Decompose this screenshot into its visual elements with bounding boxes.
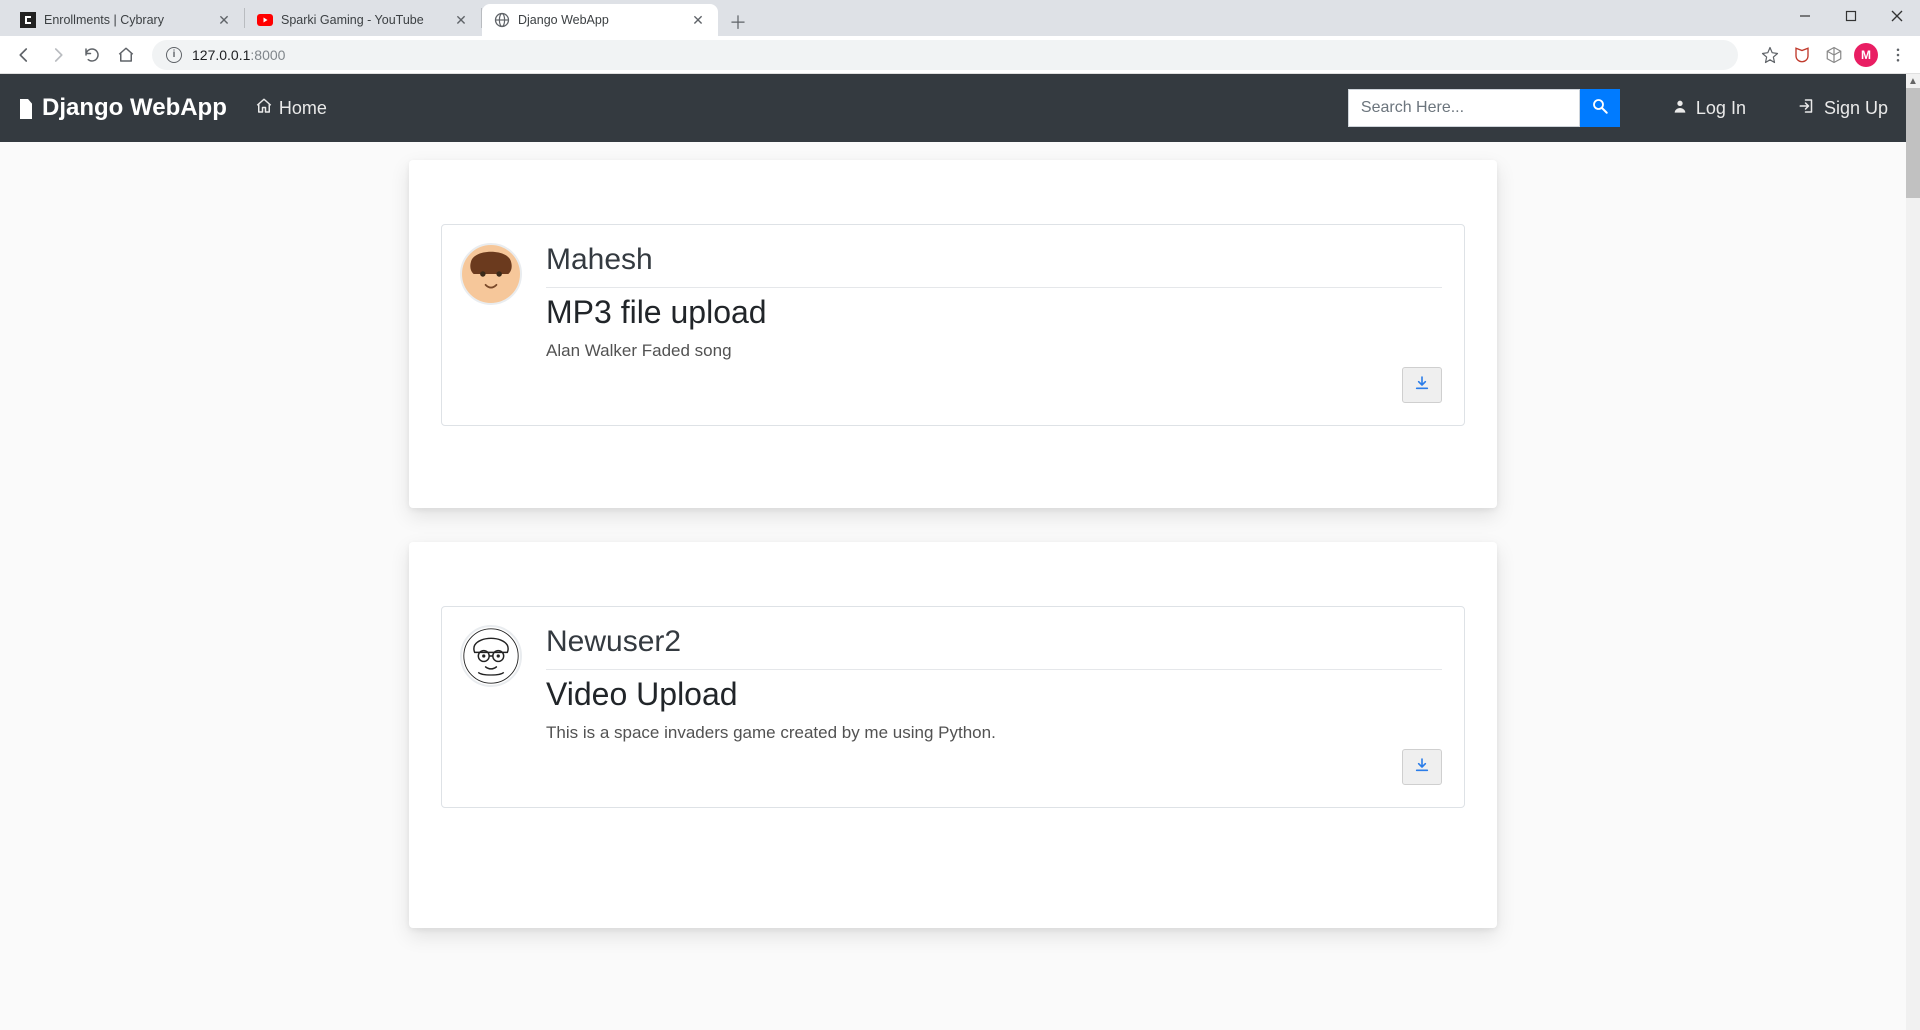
search-icon [1591, 97, 1609, 120]
search-input[interactable] [1348, 89, 1580, 127]
post: Newuser2 Video Upload This is a space in… [441, 606, 1465, 808]
tab-title: Sparki Gaming - YouTube [281, 13, 445, 27]
post: Mahesh MP3 file upload Alan Walker Faded… [441, 224, 1465, 426]
post-body: Newuser2 Video Upload This is a space in… [546, 625, 1442, 785]
search-button[interactable] [1580, 89, 1620, 127]
post-username: Newuser2 [546, 625, 1442, 659]
address-bar: i 127.0.0.1:8000 M [0, 36, 1920, 74]
divider [546, 287, 1442, 288]
url-text: 127.0.0.1:8000 [192, 47, 285, 63]
tab-strip: Enrollments | Cybrary ✕ Sparki Gaming - … [0, 0, 1920, 36]
close-icon[interactable]: ✕ [453, 12, 469, 28]
home-button[interactable] [112, 41, 140, 69]
post-title: MP3 file upload [546, 294, 1442, 331]
brand-link[interactable]: Django WebApp [18, 94, 227, 122]
signup-label: Sign Up [1824, 98, 1888, 119]
download-icon [1414, 757, 1430, 778]
cybrary-favicon [20, 12, 36, 28]
new-tab-button[interactable]: ＋ [724, 8, 752, 36]
download-button[interactable] [1402, 749, 1442, 785]
page: Django WebApp Home [0, 74, 1906, 1030]
post-card: Mahesh MP3 file upload Alan Walker Faded… [409, 160, 1497, 508]
brand-text: Django WebApp [42, 94, 227, 122]
app-navbar: Django WebApp Home [0, 74, 1906, 142]
scrollbar-thumb[interactable] [1906, 88, 1920, 198]
url-port: :8000 [250, 47, 285, 63]
tab-title: Enrollments | Cybrary [44, 13, 208, 27]
download-button[interactable] [1402, 367, 1442, 403]
profile-initial: M [1861, 48, 1871, 62]
url-bar[interactable]: i 127.0.0.1:8000 [152, 40, 1738, 70]
post-actions [546, 749, 1442, 785]
kebab-menu-icon[interactable] [1886, 43, 1910, 67]
url-host: 127.0.0.1 [192, 47, 250, 63]
home-icon [255, 97, 273, 120]
nav-home[interactable]: Home [255, 97, 327, 120]
close-icon[interactable]: ✕ [216, 12, 232, 28]
viewport: Django WebApp Home [0, 74, 1920, 1030]
back-button[interactable] [10, 41, 38, 69]
scrollbar-up-icon[interactable]: ▲ [1906, 74, 1920, 88]
tab-django[interactable]: Django WebApp ✕ [482, 4, 718, 36]
mcafee-extension-icon[interactable] [1790, 43, 1814, 67]
youtube-favicon [257, 12, 273, 28]
scrollbar-track[interactable] [1906, 74, 1920, 1030]
signup-link[interactable]: Sign Up [1798, 97, 1888, 120]
search-form [1348, 89, 1620, 127]
tab-title: Django WebApp [518, 13, 682, 27]
window-controls [1782, 0, 1920, 36]
post-username: Mahesh [546, 243, 1442, 277]
cube-extension-icon[interactable] [1822, 43, 1846, 67]
download-icon [1414, 375, 1430, 396]
post-body: Mahesh MP3 file upload Alan Walker Faded… [546, 243, 1442, 403]
maximize-button[interactable] [1828, 0, 1874, 32]
toolbar-right: M [1758, 43, 1910, 67]
close-window-button[interactable] [1874, 0, 1920, 32]
site-info-icon[interactable]: i [166, 47, 182, 63]
divider [546, 669, 1442, 670]
forward-button[interactable] [44, 41, 72, 69]
user-icon [1672, 98, 1688, 119]
browser-chrome: Enrollments | Cybrary ✕ Sparki Gaming - … [0, 0, 1920, 74]
post-actions [546, 367, 1442, 403]
tab-youtube[interactable]: Sparki Gaming - YouTube ✕ [245, 4, 481, 36]
post-title: Video Upload [546, 676, 1442, 713]
post-description: Alan Walker Faded song [546, 341, 1442, 361]
globe-favicon [494, 12, 510, 28]
file-icon [18, 98, 34, 118]
signin-icon [1798, 97, 1816, 120]
login-link[interactable]: Log In [1672, 98, 1746, 119]
bookmark-star-icon[interactable] [1758, 43, 1782, 67]
profile-avatar[interactable]: M [1854, 43, 1878, 67]
post-description: This is a space invaders game created by… [546, 723, 1442, 743]
minimize-button[interactable] [1782, 0, 1828, 32]
avatar [460, 625, 522, 687]
login-label: Log In [1696, 98, 1746, 119]
tab-cybrary[interactable]: Enrollments | Cybrary ✕ [8, 4, 244, 36]
post-card: Newuser2 Video Upload This is a space in… [409, 542, 1497, 928]
content: Mahesh MP3 file upload Alan Walker Faded… [0, 142, 1906, 968]
nav-home-label: Home [279, 98, 327, 119]
avatar [460, 243, 522, 305]
close-icon[interactable]: ✕ [690, 12, 706, 28]
reload-button[interactable] [78, 41, 106, 69]
